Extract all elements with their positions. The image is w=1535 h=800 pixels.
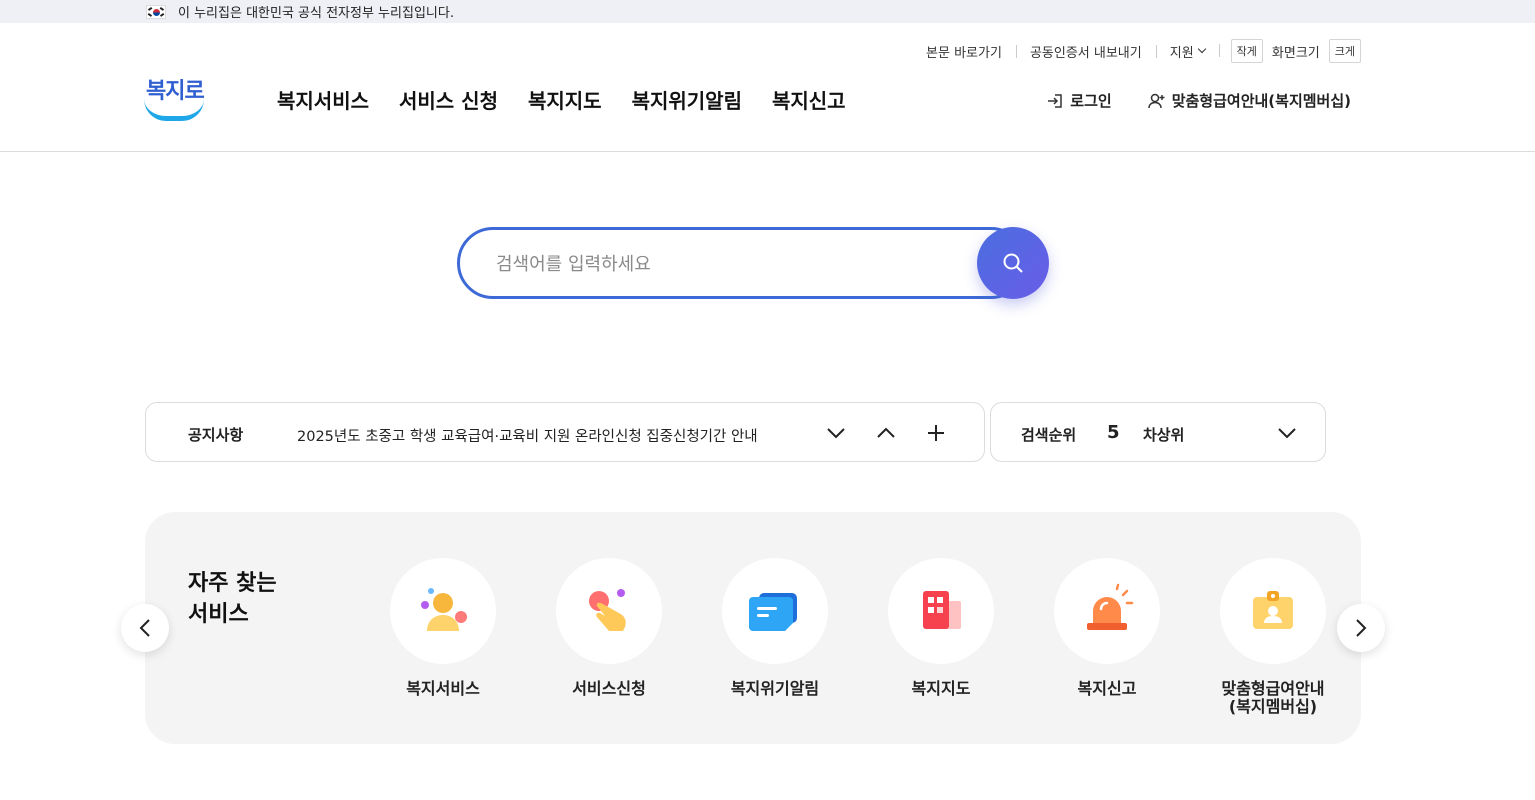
- nav-welfare-report[interactable]: 복지신고: [772, 85, 846, 114]
- notice-more-button[interactable]: [924, 419, 948, 447]
- notice-controls: [824, 419, 948, 447]
- frequent-icon-circle: [390, 558, 496, 664]
- utility-menu: 본문 바로가기 공동인증서 내보내기 지원 작게 화면크기 크게: [912, 39, 1361, 63]
- chevron-up-icon: [877, 427, 895, 438]
- ranking-expand-button[interactable]: [1275, 419, 1299, 447]
- chevron-down-icon: [1197, 44, 1206, 54]
- plus-icon: [928, 425, 944, 441]
- logo-smile-icon: [144, 99, 204, 121]
- building-map-icon: [923, 591, 961, 629]
- chevron-right-icon: [1356, 619, 1367, 637]
- notice-text[interactable]: 2025년도 초중고 학생 교육급여·교육비 지원 온라인신청 집중신청기간 안…: [297, 425, 758, 446]
- chevron-left-icon: [139, 619, 150, 637]
- siren-icon: [1087, 583, 1134, 630]
- user-menu: 로그인 맞춤형급여안내(복지멤버십): [1046, 90, 1351, 111]
- search-box: [457, 227, 1027, 299]
- font-large-button[interactable]: 크게: [1328, 39, 1361, 63]
- membership-label: 맞춤형급여안내(복지멤버십): [1171, 92, 1351, 110]
- ranking-label: 검색순위: [1021, 426, 1077, 444]
- nav-crisis-alert[interactable]: 복지위기알림: [632, 85, 742, 114]
- id-card-icon: [1253, 591, 1293, 629]
- support-dropdown[interactable]: 지원: [1155, 42, 1219, 61]
- nav-service-apply[interactable]: 서비스 신청: [399, 85, 498, 114]
- carousel-next-button[interactable]: [1337, 604, 1385, 652]
- user-add-icon: [1147, 93, 1165, 108]
- frequent-icon-circle: [888, 558, 994, 664]
- korea-flag-icon: [146, 4, 166, 19]
- notice-label: 공지사항: [188, 426, 244, 444]
- frequent-item-welfare-map[interactable]: 복지지도: [866, 558, 1016, 698]
- chevron-down-icon: [1278, 428, 1296, 439]
- frequent-item-welfare-service[interactable]: 복지서비스: [368, 558, 518, 698]
- login-link[interactable]: 로그인: [1046, 90, 1112, 111]
- membership-link[interactable]: 맞춤형급여안내(복지멤버십): [1147, 90, 1351, 111]
- login-icon: [1048, 93, 1063, 108]
- notice-next-button[interactable]: [824, 419, 848, 447]
- notice-bar: 공지사항 2025년도 초중고 학생 교육급여·교육비 지원 온라인신청 집중신…: [145, 402, 985, 462]
- search-area: [457, 227, 1049, 299]
- hand-touch-icon: [589, 589, 626, 631]
- skip-to-content-link[interactable]: 본문 바로가기: [912, 42, 1016, 61]
- nav-welfare-service[interactable]: 복지서비스: [277, 85, 369, 114]
- gov-banner: 이 누리집은 대한민국 공식 전자정부 누리집입니다.: [0, 0, 1535, 23]
- ranking-keyword[interactable]: 차상위: [1143, 424, 1184, 445]
- person-service-icon: [421, 588, 467, 631]
- search-icon: [1003, 253, 1023, 273]
- ranking-number: 5: [1107, 422, 1120, 443]
- frequent-icon-circle: [722, 558, 828, 664]
- frequent-icon-circle: [1220, 558, 1326, 664]
- frequent-icon-circle: [1054, 558, 1160, 664]
- font-size-label: 화면크기: [1271, 45, 1320, 61]
- frequent-item-welfare-report[interactable]: 복지신고: [1032, 558, 1182, 698]
- frequent-label: 서비스신청: [572, 679, 646, 698]
- frequent-label: 복지신고: [1077, 679, 1137, 698]
- site-logo[interactable]: 복지로: [144, 73, 206, 125]
- frequent-label: 복지위기알림: [730, 679, 820, 698]
- carousel-prev-button[interactable]: [121, 604, 169, 652]
- chevron-down-icon: [827, 428, 845, 439]
- search-input[interactable]: [496, 250, 956, 278]
- site-header: 본문 바로가기 공동인증서 내보내기 지원 작게 화면크기 크게 복지로 복지서…: [0, 23, 1535, 152]
- font-size-control: 작게 화면크기 크게: [1218, 39, 1361, 63]
- frequent-icon-circle: [556, 558, 662, 664]
- login-label: 로그인: [1070, 92, 1112, 110]
- frequent-item-crisis-alert[interactable]: 복지위기알림: [700, 558, 850, 698]
- frequent-title: 자주 찾는 서비스: [188, 571, 277, 627]
- frequent-services: 자주 찾는 서비스 복지서비스 서비스신청 복지위기알림 복지지도 복지신고 맞…: [145, 512, 1361, 744]
- frequent-item-membership[interactable]: 맞춤형급여안내 (복지멤버십): [1198, 558, 1348, 716]
- notice-prev-button[interactable]: [874, 419, 898, 447]
- frequent-label: 맞춤형급여안내 (복지멤버십): [1221, 679, 1325, 716]
- search-ranking: 검색순위 5 차상위: [990, 402, 1326, 462]
- frequent-item-service-apply[interactable]: 서비스신청: [534, 558, 684, 698]
- font-small-button[interactable]: 작게: [1230, 39, 1263, 63]
- search-button[interactable]: [977, 227, 1049, 299]
- chat-alert-icon: [749, 593, 797, 631]
- cert-export-link[interactable]: 공동인증서 내보내기: [1015, 42, 1156, 61]
- gov-banner-text: 이 누리집은 대한민국 공식 전자정부 누리집입니다.: [178, 6, 454, 21]
- support-label: 지원: [1169, 45, 1194, 61]
- main-nav: 복지서비스 서비스 신청 복지지도 복지위기알림 복지신고: [277, 85, 846, 114]
- frequent-label: 복지지도: [911, 679, 971, 698]
- frequent-label: 복지서비스: [406, 679, 480, 698]
- nav-welfare-map[interactable]: 복지지도: [528, 85, 602, 114]
